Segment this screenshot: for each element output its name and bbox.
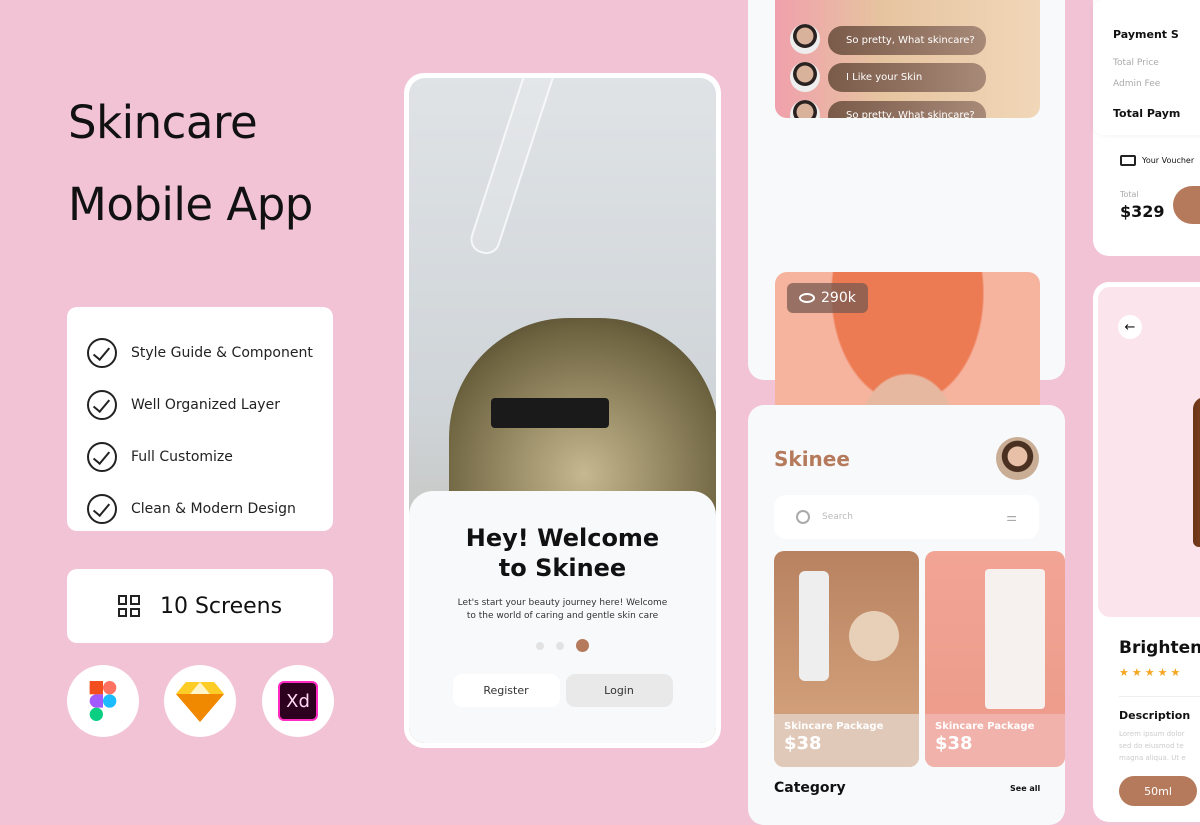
product-image bbox=[799, 571, 829, 681]
register-button[interactable]: Register bbox=[452, 674, 560, 707]
pay-button[interactable] bbox=[1173, 186, 1200, 224]
dropper-image bbox=[466, 78, 558, 258]
search-icon bbox=[796, 510, 810, 524]
figma-icon bbox=[89, 681, 117, 721]
avatar bbox=[790, 62, 820, 92]
sketch-badge bbox=[164, 665, 236, 737]
payment-summary-card: Payment S Total Price Admin Fee Total Pa… bbox=[1093, 0, 1200, 135]
page-dot[interactable] bbox=[556, 641, 564, 650]
screens-count-card: 10 Screens bbox=[67, 569, 333, 643]
check-circle-icon bbox=[87, 442, 117, 472]
comment-bubble: So pretty, What skincare? bbox=[828, 101, 986, 118]
product-image bbox=[849, 611, 899, 661]
voucher-row[interactable]: Your Voucher bbox=[1120, 155, 1194, 166]
star-rating: ★★★★★ bbox=[1119, 666, 1184, 679]
search-input[interactable]: Search ⚌ bbox=[774, 495, 1039, 539]
feature-item: Style Guide & Component bbox=[87, 327, 313, 379]
product-hero-image: ← bbox=[1098, 287, 1200, 617]
welcome-panel: Hey! Welcome to Skinee Let's start your … bbox=[409, 491, 716, 743]
avatar bbox=[790, 100, 820, 118]
payment-screen: Payment S Total Price Admin Fee Total Pa… bbox=[1093, 0, 1200, 256]
live-screen: So pretty, What skincare? I Like your Sk… bbox=[748, 0, 1065, 485]
see-all-link[interactable]: See all bbox=[1010, 784, 1040, 793]
xd-icon: Xd bbox=[278, 681, 318, 721]
check-circle-icon bbox=[87, 494, 117, 524]
page-dot[interactable] bbox=[536, 641, 544, 650]
brand-logo: Skinee bbox=[774, 447, 850, 471]
product-image bbox=[985, 569, 1045, 709]
feature-item: Well Organized Layer bbox=[87, 379, 313, 431]
back-arrow-icon[interactable]: ← bbox=[1118, 315, 1142, 339]
eye-icon bbox=[799, 293, 815, 303]
welcome-screen: Hey! Welcome to Skinee Let's start your … bbox=[404, 73, 721, 748]
profile-avatar[interactable] bbox=[996, 437, 1039, 480]
figma-badge bbox=[67, 665, 139, 737]
feature-item: Clean & Modern Design bbox=[87, 483, 313, 535]
ticket-icon bbox=[1120, 155, 1136, 166]
page-dot-active[interactable] bbox=[576, 639, 589, 652]
hero-title: Skincare Mobile App bbox=[68, 96, 313, 231]
home-screen: Skinee Search ⚌ Skincare Package $38 Skin… bbox=[748, 405, 1065, 825]
pagination-dots bbox=[409, 639, 716, 652]
welcome-subtitle: Let's start your beauty journey here! We… bbox=[457, 598, 668, 621]
login-button[interactable]: Login bbox=[565, 674, 673, 707]
views-badge: 290k bbox=[787, 283, 868, 313]
feature-item: Full Customize bbox=[87, 431, 313, 483]
bottle-cap-ring bbox=[491, 398, 609, 428]
serum-bottle-image bbox=[1193, 397, 1200, 547]
filter-icon[interactable]: ⚌ bbox=[1006, 510, 1017, 524]
comment-bubble: I Like your Skin bbox=[828, 63, 986, 92]
product-card[interactable]: Skincare Package $38 bbox=[774, 551, 919, 767]
avatar bbox=[790, 24, 820, 54]
size-option-50ml[interactable]: 50ml bbox=[1119, 776, 1197, 806]
check-circle-icon bbox=[87, 338, 117, 368]
sketch-icon bbox=[176, 682, 224, 722]
features-card: Style Guide & Component Well Organized L… bbox=[67, 307, 333, 531]
divider bbox=[1119, 696, 1200, 697]
check-circle-icon bbox=[87, 390, 117, 420]
product-card[interactable]: Skincare Package $38 bbox=[925, 551, 1065, 767]
total-amount: $329 bbox=[1120, 202, 1165, 221]
live-video-image: So pretty, What skincare? I Like your Sk… bbox=[775, 0, 1040, 118]
product-title: Brighteni bbox=[1119, 638, 1200, 658]
product-detail-screen: ← Brighteni ★★★★★ Description Lorem ipsu… bbox=[1093, 282, 1200, 822]
xd-badge: Xd bbox=[262, 665, 334, 737]
category-heading: Category bbox=[774, 780, 846, 796]
grid-icon bbox=[117, 595, 140, 617]
welcome-title: Hey! Welcome to Skinee bbox=[465, 524, 660, 582]
comment-bubble: So pretty, What skincare? bbox=[828, 26, 986, 55]
